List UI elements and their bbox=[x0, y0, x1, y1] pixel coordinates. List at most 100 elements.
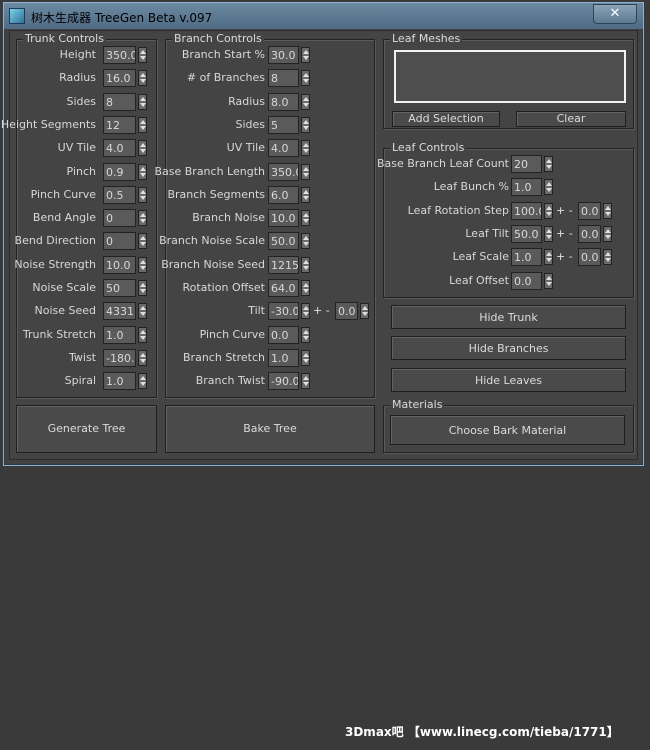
spinner-arrows-icon[interactable] bbox=[544, 272, 553, 289]
arrow-up-icon[interactable] bbox=[303, 352, 309, 357]
spinner-arrows-icon[interactable] bbox=[138, 163, 147, 180]
leaf_controls-leaf-offset-spinner-value[interactable]: 0.0 bbox=[511, 271, 542, 290]
trunk-bend-angle-spinner-value[interactable]: 0 bbox=[103, 209, 136, 228]
branch-branch-noise-scale-spinner[interactable]: 50.0 bbox=[268, 232, 311, 251]
arrow-up-icon[interactable] bbox=[303, 143, 309, 148]
trunk-height-segments-spinner[interactable]: 12 bbox=[103, 115, 148, 134]
arrow-up-icon[interactable] bbox=[140, 119, 146, 124]
branch-of-branches-spinner-value[interactable]: 8 bbox=[268, 69, 299, 88]
trunk-trunk-stretch-spinner[interactable]: 1.0 bbox=[103, 325, 148, 344]
spinner-arrows-icon[interactable] bbox=[138, 116, 147, 133]
arrow-up-icon[interactable] bbox=[140, 329, 146, 334]
trunk-spiral-spinner-value[interactable]: 1.0 bbox=[103, 372, 136, 391]
add-selection-button[interactable]: Add Selection bbox=[392, 111, 500, 127]
arrow-up-icon[interactable] bbox=[140, 189, 146, 194]
trunk-uv-tile-spinner[interactable]: 4.0 bbox=[103, 139, 148, 158]
trunk-noise-scale-spinner-value[interactable]: 50 bbox=[103, 279, 136, 297]
branch-radius-spinner[interactable]: 8.0 bbox=[268, 92, 311, 111]
trunk-sides-spinner[interactable]: 8 bbox=[103, 92, 148, 111]
arrow-up-icon[interactable] bbox=[140, 306, 146, 311]
arrow-up-icon[interactable] bbox=[140, 143, 146, 148]
arrow-down-icon[interactable] bbox=[303, 265, 309, 270]
trunk-radius-spinner-value[interactable]: 16.0 bbox=[103, 69, 136, 88]
branch-sides-spinner-value[interactable]: 5 bbox=[268, 115, 299, 134]
spinner-arrows-icon[interactable] bbox=[301, 47, 310, 63]
arrow-down-icon[interactable] bbox=[140, 219, 146, 224]
trunk-noise-scale-spinner[interactable]: 50 bbox=[103, 279, 148, 297]
arrow-down-icon[interactable] bbox=[140, 125, 146, 130]
spinner-arrows-icon[interactable] bbox=[301, 373, 310, 390]
leaf_controls-leaf-scale-variance-spinner[interactable]: 0.0 bbox=[578, 248, 613, 267]
arrow-down-icon[interactable] bbox=[546, 281, 552, 286]
spinner-arrows-icon[interactable] bbox=[301, 256, 310, 273]
arrow-down-icon[interactable] bbox=[303, 382, 309, 387]
arrow-up-icon[interactable] bbox=[303, 73, 309, 78]
branch-branch-noise-seed-spinner-value[interactable]: 1215.0 bbox=[268, 255, 299, 274]
spinner-arrows-icon[interactable] bbox=[138, 47, 147, 63]
arrow-down-icon[interactable] bbox=[303, 102, 309, 107]
arrow-down-icon[interactable] bbox=[140, 102, 146, 107]
arrow-up-icon[interactable] bbox=[546, 275, 552, 280]
arrow-down-icon[interactable] bbox=[303, 242, 309, 247]
spinner-arrows-icon[interactable] bbox=[138, 349, 147, 366]
trunk-spiral-spinner[interactable]: 1.0 bbox=[103, 372, 148, 391]
spinner-arrows-icon[interactable] bbox=[301, 140, 310, 157]
arrow-down-icon[interactable] bbox=[140, 265, 146, 270]
leaf_controls-leaf-scale-spinner[interactable]: 1.0 bbox=[511, 248, 554, 267]
arrow-up-icon[interactable] bbox=[303, 96, 309, 101]
title-bar[interactable]: 树木生成器 TreeGen Beta v.097 ✕ bbox=[4, 3, 643, 29]
arrow-down-icon[interactable] bbox=[303, 172, 309, 177]
arrow-down-icon[interactable] bbox=[303, 125, 309, 130]
branch-branch-noise-scale-spinner-value[interactable]: 50.0 bbox=[268, 232, 299, 251]
arrow-up-icon[interactable] bbox=[140, 73, 146, 78]
spinner-arrows-icon[interactable] bbox=[138, 326, 147, 343]
spinner-arrows-icon[interactable] bbox=[360, 303, 369, 320]
arrow-down-icon[interactable] bbox=[303, 289, 309, 293]
leaf_controls-leaf-offset-spinner[interactable]: 0.0 bbox=[511, 271, 554, 290]
trunk-twist-spinner[interactable]: -180.0 bbox=[103, 348, 148, 367]
arrow-up-icon[interactable] bbox=[140, 376, 146, 381]
branch-sides-spinner[interactable]: 5 bbox=[268, 115, 311, 134]
hide-trunk-button[interactable]: Hide Trunk bbox=[391, 305, 626, 329]
leaf_controls-leaf-bunch-spinner-value[interactable]: 1.0 bbox=[511, 178, 542, 197]
branch-uv-tile-spinner-value[interactable]: 4.0 bbox=[268, 139, 299, 158]
branch-uv-tile-spinner[interactable]: 4.0 bbox=[268, 139, 311, 158]
arrow-down-icon[interactable] bbox=[140, 312, 146, 317]
spinner-arrows-icon[interactable] bbox=[301, 163, 310, 180]
arrow-down-icon[interactable] bbox=[140, 79, 146, 84]
branch-branch-twist-spinner[interactable]: -90.0 bbox=[268, 372, 311, 391]
arrow-up-icon[interactable] bbox=[546, 205, 552, 210]
arrow-down-icon[interactable] bbox=[303, 195, 309, 200]
spinner-arrows-icon[interactable] bbox=[544, 249, 553, 266]
arrow-down-icon[interactable] bbox=[546, 165, 552, 169]
spinner-arrows-icon[interactable] bbox=[603, 202, 612, 219]
spinner-arrows-icon[interactable] bbox=[301, 280, 310, 296]
spinner-arrows-icon[interactable] bbox=[138, 280, 147, 296]
arrow-up-icon[interactable] bbox=[303, 189, 309, 194]
spinner-arrows-icon[interactable] bbox=[301, 303, 310, 320]
spinner-arrows-icon[interactable] bbox=[138, 233, 147, 250]
trunk-height-spinner[interactable]: 350.0 bbox=[103, 46, 148, 64]
arrow-up-icon[interactable] bbox=[140, 352, 146, 357]
branch-branch-noise-spinner[interactable]: 10.0 bbox=[268, 209, 311, 228]
branch-branch-segments-spinner[interactable]: 6.0 bbox=[268, 185, 311, 204]
branch-pinch-curve-spinner[interactable]: 0.0 bbox=[268, 325, 311, 344]
branch-branch-start-spinner[interactable]: 30.0 bbox=[268, 46, 311, 64]
arrow-down-icon[interactable] bbox=[303, 79, 309, 84]
branch-branch-stretch-spinner[interactable]: 1.0 bbox=[268, 348, 311, 367]
arrow-up-icon[interactable] bbox=[605, 252, 611, 257]
trunk-pinch-spinner[interactable]: 0.9 bbox=[103, 162, 148, 181]
arrow-up-icon[interactable] bbox=[303, 306, 309, 311]
arrow-down-icon[interactable] bbox=[140, 172, 146, 177]
trunk-noise-seed-spinner[interactable]: 4331 bbox=[103, 302, 148, 321]
arrow-up-icon[interactable] bbox=[303, 283, 309, 287]
arrow-down-icon[interactable] bbox=[140, 289, 146, 293]
arrow-down-icon[interactable] bbox=[605, 234, 611, 239]
arrow-down-icon[interactable] bbox=[546, 258, 552, 263]
choose-bark-material-button[interactable]: Choose Bark Material bbox=[390, 415, 625, 445]
trunk-pinch-curve-spinner-value[interactable]: 0.5 bbox=[103, 185, 136, 204]
branch-branch-segments-spinner-value[interactable]: 6.0 bbox=[268, 185, 299, 204]
leaf_controls-base-branch-leaf-count-spinner-value[interactable]: 20 bbox=[511, 155, 542, 173]
branch-tilt-variance-spinner-value[interactable]: 0.0 bbox=[335, 302, 358, 321]
spinner-arrows-icon[interactable] bbox=[603, 225, 612, 242]
